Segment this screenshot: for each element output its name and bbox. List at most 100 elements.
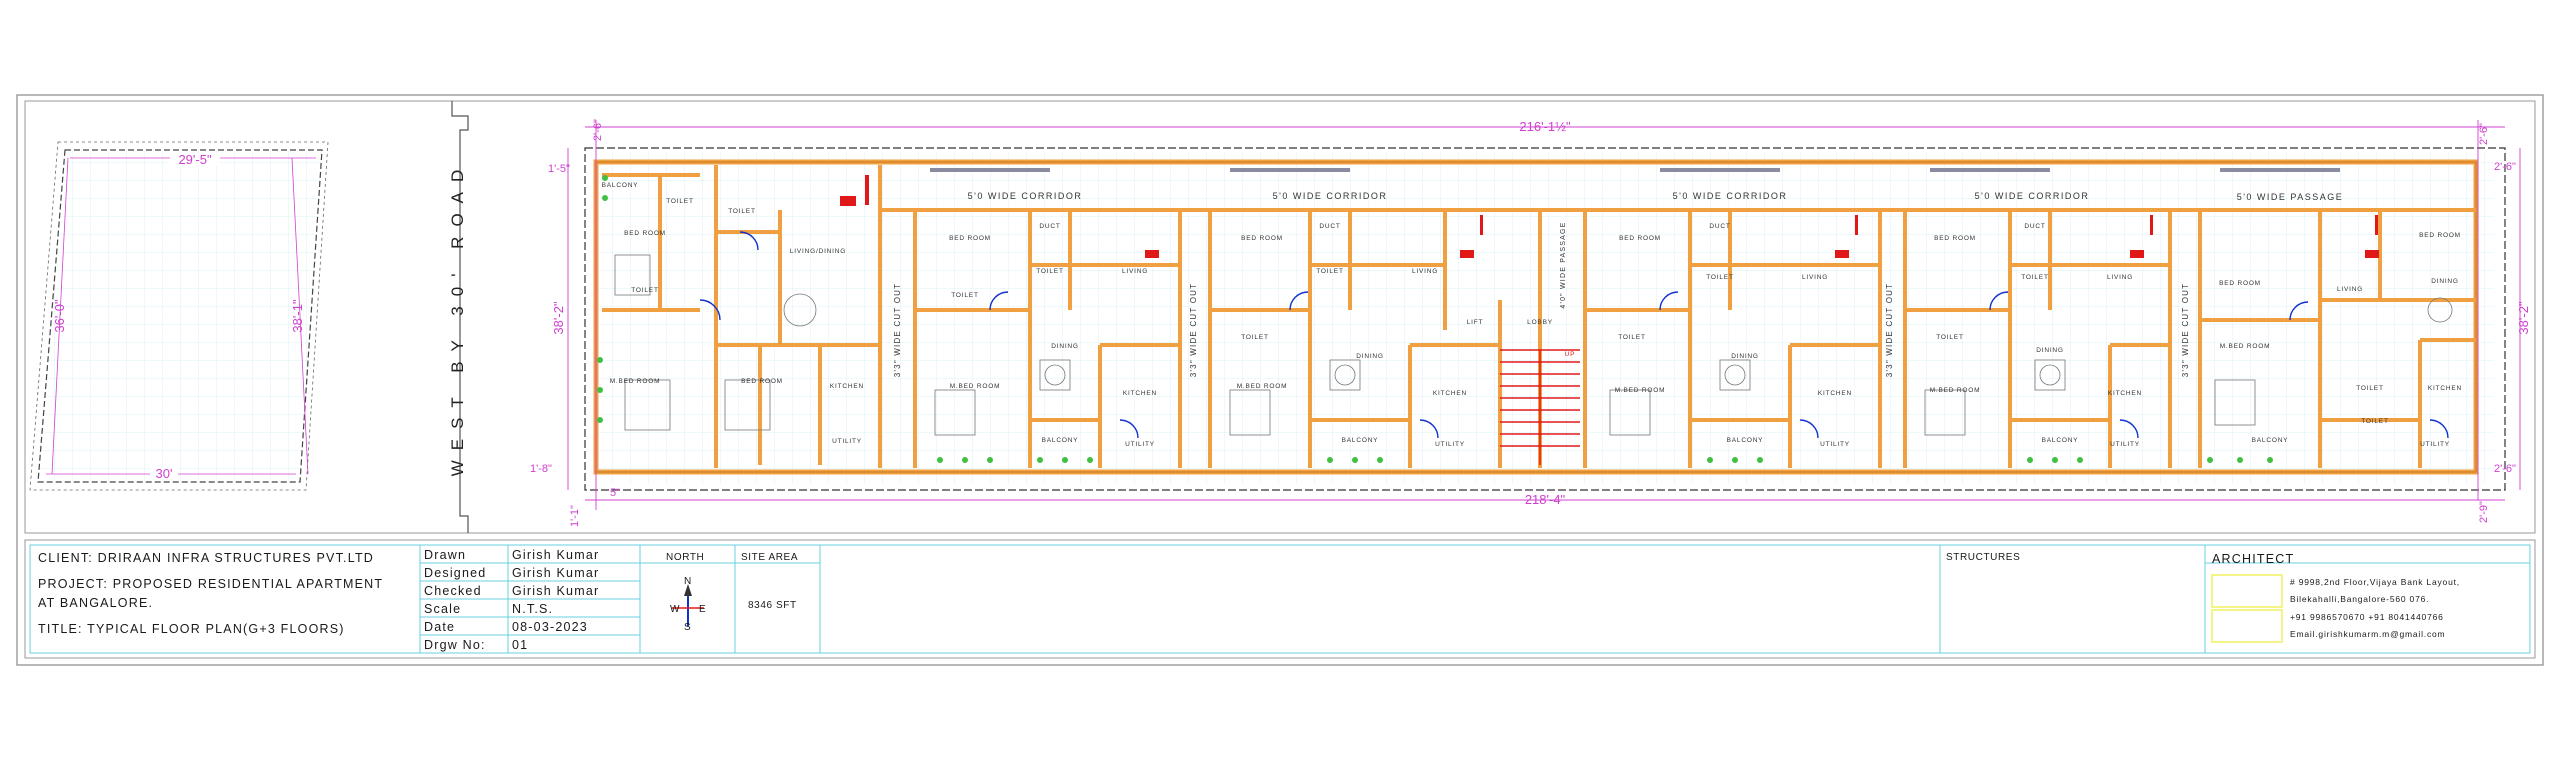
info-drgw-label: Drgw No: xyxy=(424,638,486,652)
site-plot xyxy=(29,141,329,491)
dim-top-total: 216'-1½" xyxy=(1519,119,1571,134)
room-label: TOILET xyxy=(1036,268,1063,275)
info-designed-value: Girish Kumar xyxy=(512,566,600,580)
room-label: TOILET xyxy=(1706,274,1733,281)
room-label: TOILET xyxy=(728,208,755,215)
info-designed-label: Designed xyxy=(424,566,487,580)
info-date-value: 08-03-2023 xyxy=(512,620,588,634)
room-label: LIVING xyxy=(1122,268,1148,275)
room-label: M.BED ROOM xyxy=(2220,343,2271,350)
architect-address-2: Bilekahalli,Bangalore-560 076. xyxy=(2290,594,2430,604)
dim-site-right: 38'-1" xyxy=(290,299,305,333)
room-label: DUCT xyxy=(1709,223,1730,230)
title-block-lines xyxy=(29,544,2531,654)
room-label: BALCONY xyxy=(1342,437,1379,444)
room-label: DUCT xyxy=(1319,223,1340,230)
room-label: BED ROOM xyxy=(1241,235,1283,242)
dim-right-depth: 38'-2" xyxy=(2516,301,2531,335)
room-label: LIVING/DINING xyxy=(790,248,846,255)
room-label: M.BED ROOM xyxy=(1615,387,1666,394)
cutout-label: 3'3" WIDE CUT OUT xyxy=(2181,283,2190,377)
info-scale-label: Scale xyxy=(424,602,462,616)
room-label: BED ROOM xyxy=(624,230,666,237)
dim-left-bottom: 1'-8" xyxy=(530,463,552,475)
room-label: DINING xyxy=(1051,343,1079,350)
room-label: LIVING xyxy=(2337,286,2363,293)
cutout-label: 3'3" WIDE CUT OUT xyxy=(1189,283,1198,377)
architect-phone: +91 9986570670 +91 8041440766 xyxy=(2290,612,2444,622)
room-label: LOBBY xyxy=(1527,319,1553,326)
dim-site-left: 36'-0" xyxy=(52,299,67,333)
room-label: DINING xyxy=(1356,353,1384,360)
room-label: DINING xyxy=(2431,278,2459,285)
architect-email[interactable]: Email.girishkumarm.m@gmail.com xyxy=(2290,629,2445,639)
room-label: TOILET xyxy=(2021,274,2048,281)
room-label: KITCHEN xyxy=(2428,385,2462,392)
room-label: TOILET xyxy=(631,287,658,294)
room-label: KITCHEN xyxy=(1123,390,1157,397)
corridor-label: 5'0 WIDE CORRIDOR xyxy=(1273,191,1388,201)
info-drawn-value: Girish Kumar xyxy=(512,548,600,562)
dim-site-bottom: 30' xyxy=(156,466,173,481)
compass-s: S xyxy=(684,622,692,633)
room-label: DUCT xyxy=(2024,223,2045,230)
info-date-label: Date xyxy=(424,620,456,634)
site-area-label: SITE AREA xyxy=(741,552,799,563)
dim-left-depth: 38'-2" xyxy=(551,301,566,335)
room-label: M.BED ROOM xyxy=(950,383,1001,390)
info-scale-value: N.T.S. xyxy=(512,602,554,616)
room-label: DINING xyxy=(1731,353,1759,360)
room-label: BED ROOM xyxy=(2419,232,2461,239)
room-label: TOILET xyxy=(951,292,978,299)
dim-site-top: 29'-5" xyxy=(178,152,212,167)
room-label: BALCONY xyxy=(2042,437,2079,444)
road-label: WEST BY 30' ROAD xyxy=(448,160,467,477)
room-label: BED ROOM xyxy=(1934,235,1976,242)
dim-bottom-left: 5" xyxy=(610,487,620,499)
room-label: DINING xyxy=(2036,347,2064,354)
project-line-1: PROJECT: PROPOSED RESIDENTIAL APARTMENT xyxy=(38,577,384,591)
room-label: KITCHEN xyxy=(1433,390,1467,397)
room-label: BALCONY xyxy=(1727,437,1764,444)
room-label: KITCHEN xyxy=(830,383,864,390)
room-label: UP xyxy=(1565,351,1576,358)
dim-left-top-outer: 2'-6" xyxy=(592,119,604,141)
room-label: M.BED ROOM xyxy=(610,378,661,385)
structures-label: STRUCTURES xyxy=(1946,552,2021,563)
room-label: BED ROOM xyxy=(2219,280,2261,287)
dim-right-top: 2'-6" xyxy=(2494,161,2516,173)
corridor-label: 5'0 WIDE CORRIDOR xyxy=(1975,191,2090,201)
room-label: UTILITY xyxy=(1435,441,1465,448)
room-label: LIFT xyxy=(1467,319,1484,326)
project-line-2: AT BANGALORE. xyxy=(38,596,154,610)
room-label: UTILITY xyxy=(2420,441,2450,448)
room-label: BALCONY xyxy=(602,182,639,189)
architect-logo-box xyxy=(2211,574,2283,608)
room-label: M.BED ROOM xyxy=(1930,387,1981,394)
compass-w: W xyxy=(670,604,681,615)
compass-n: N xyxy=(684,576,692,587)
client-label: CLIENT: DRIRAAN INFRA STRUCTURES PVT.LTD xyxy=(38,551,375,565)
room-label: TOILET xyxy=(2361,418,2388,425)
room-label: BED ROOM xyxy=(1619,235,1661,242)
dim-right-bottom: 2'-6" xyxy=(2494,463,2516,475)
room-label: UTILITY xyxy=(832,438,862,445)
compass-e: E xyxy=(699,604,707,615)
cutout-label: 3'3" WIDE CUT OUT xyxy=(1885,283,1894,377)
info-checked-value: Girish Kumar xyxy=(512,584,600,598)
room-label: BED ROOM xyxy=(949,235,991,242)
room-label: KITCHEN xyxy=(1818,390,1852,397)
dim-bottom-total: 218'-4" xyxy=(1525,492,1566,507)
cutout-label: 3'3" WIDE CUT OUT xyxy=(893,283,902,377)
info-drgw-value: 01 xyxy=(512,638,529,652)
room-label: TOILET xyxy=(1316,268,1343,275)
dim-right-bottom-outer: 2'-9" xyxy=(2478,501,2490,523)
room-label: BALCONY xyxy=(1042,437,1079,444)
room-label: KITCHEN xyxy=(2108,390,2142,397)
room-label: UTILITY xyxy=(1820,441,1850,448)
drawing-title: TITLE: TYPICAL FLOOR PLAN(G+3 FLOORS) xyxy=(38,622,345,636)
room-label: TOILET xyxy=(666,198,693,205)
room-label: DUCT xyxy=(1039,223,1060,230)
dim-right-top-outer: 2'-6" xyxy=(2478,123,2490,145)
room-label: LIVING xyxy=(1412,268,1438,275)
